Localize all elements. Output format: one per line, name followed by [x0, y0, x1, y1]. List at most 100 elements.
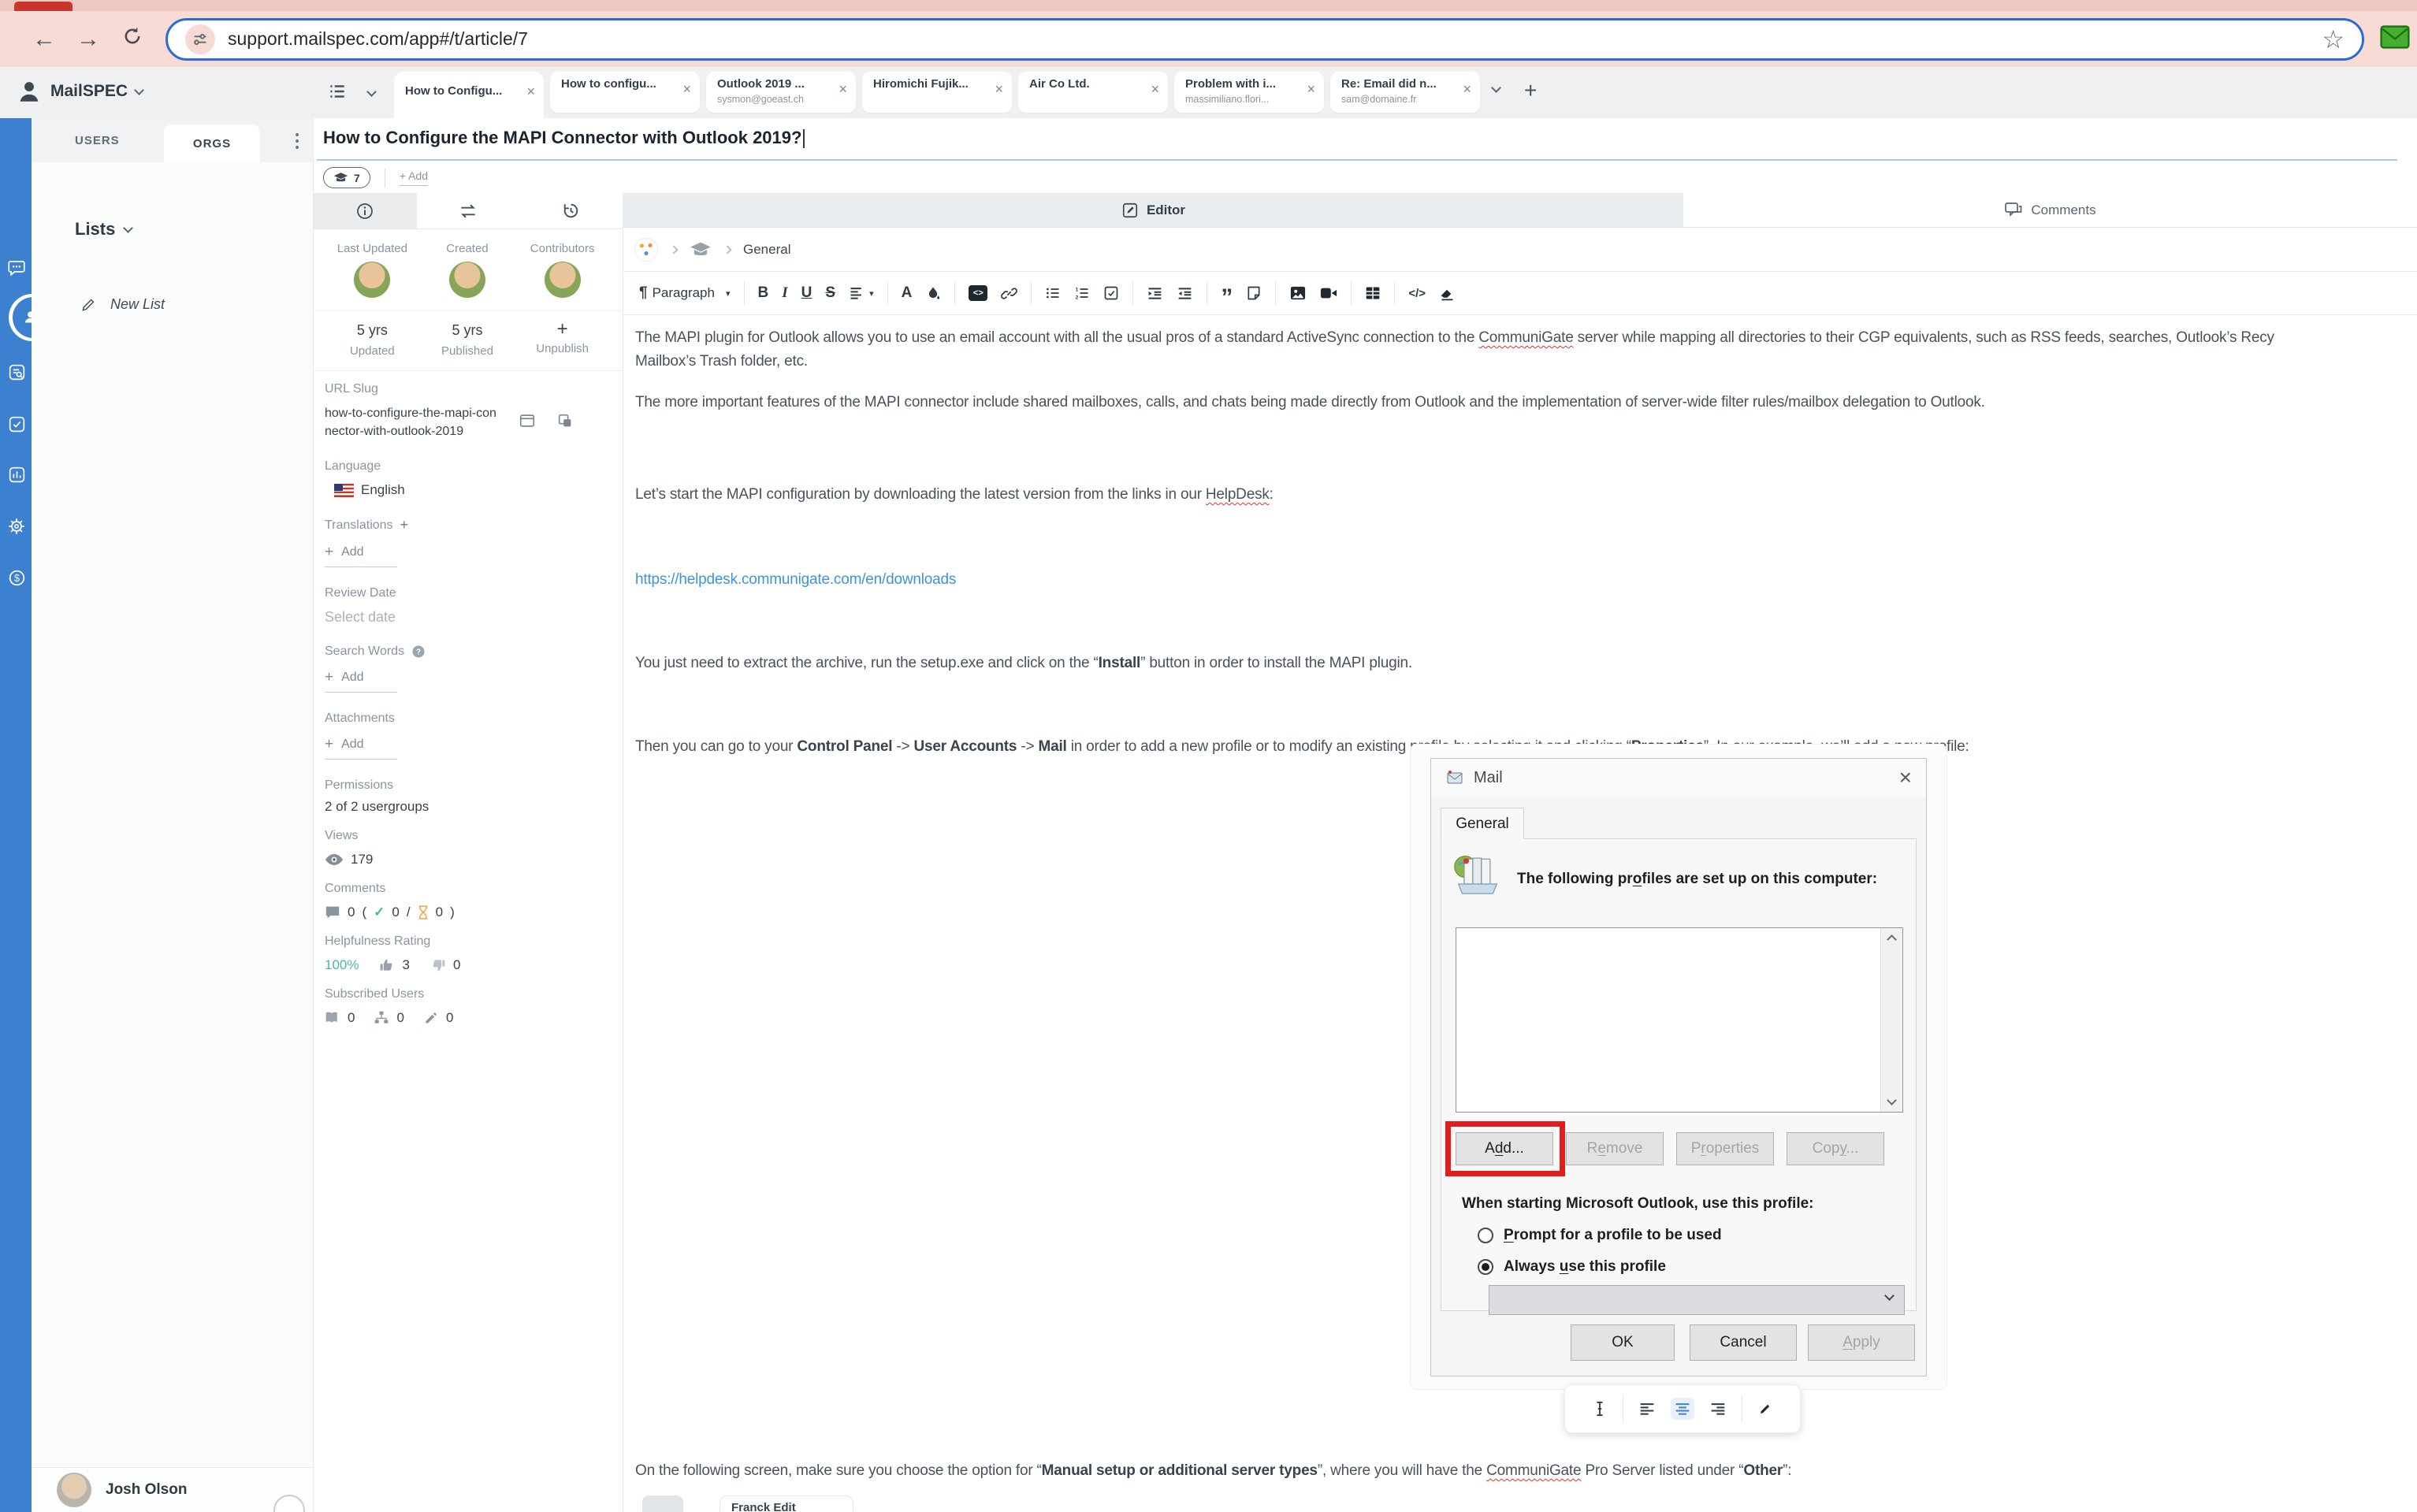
article-body[interactable]: The MAPI plugin for Outlook allows you t… [623, 326, 2417, 759]
bookmark-star-icon[interactable]: ☆ [2322, 24, 2344, 54]
underline-button[interactable]: U [801, 284, 812, 302]
article-title-input[interactable]: How to Configure the MAPI Connector with… [323, 128, 805, 148]
thumbs-up-icon[interactable] [379, 957, 395, 973]
knowledgebase-cap-icon[interactable] [690, 241, 712, 258]
close-icon[interactable]: × [1307, 81, 1315, 98]
lists-chevron-icon[interactable] [123, 223, 133, 233]
add-translation-plus-icon[interactable]: + [400, 517, 409, 533]
doc-tab-ticket-3[interactable]: Re: Email did n... sam@domaine.fr × [1330, 72, 1480, 113]
breadcrumb-current[interactable]: General [743, 242, 790, 258]
code-block-button[interactable]: <> [969, 285, 987, 301]
close-icon[interactable]: × [995, 81, 1003, 98]
open-in-window-icon[interactable] [519, 412, 536, 433]
avatar[interactable] [449, 262, 485, 298]
avatar[interactable] [354, 262, 390, 298]
close-icon[interactable]: × [1151, 81, 1159, 98]
font-color-button[interactable]: A [902, 284, 913, 302]
clipped-card[interactable]: Franck Edit [720, 1495, 853, 1512]
billing-icon[interactable]: $ [6, 567, 27, 588]
link-button[interactable] [1001, 285, 1017, 302]
current-user-row[interactable]: Josh Olson [32, 1467, 313, 1512]
indent-button[interactable] [1147, 285, 1163, 302]
url-slug-value[interactable]: how-to-configure-the-mapi-connector-with… [325, 404, 496, 440]
tasks-icon[interactable] [6, 414, 27, 434]
align-right-button[interactable] [1706, 1398, 1730, 1420]
chat-icon[interactable] [6, 258, 27, 278]
unpublish-button[interactable]: + Unpublish [515, 322, 610, 358]
audit-search-icon[interactable] [6, 362, 27, 382]
url-bar[interactable]: support.mailspec.com/app#/t/article/7 ☆ [165, 18, 2364, 61]
doc-tab-article[interactable]: How to configu... × [550, 72, 700, 113]
add-attachment-button[interactable]: +Add [325, 736, 397, 760]
add-translation-button[interactable]: +Add [325, 544, 397, 567]
site-settings-icon[interactable] [185, 24, 215, 54]
insert-image-button[interactable] [1289, 285, 1307, 301]
note-button[interactable] [1246, 285, 1262, 301]
bold-button[interactable]: B [758, 284, 769, 302]
tab-users[interactable]: USERS [75, 134, 120, 147]
tab-orgs[interactable]: ORGS [164, 124, 260, 162]
new-list-button[interactable]: New List [80, 296, 313, 313]
mail-extension-icon[interactable] [2380, 25, 2410, 53]
tabs-overflow-chevron-icon[interactable] [1491, 83, 1501, 93]
doc-tab-ticket[interactable]: Outlook 2019 ... sysmon@goeast.ch × [706, 72, 856, 113]
paragraph[interactable]: You just need to extract the archive, ru… [635, 652, 2417, 675]
code-inline-button[interactable]: </> [1408, 287, 1426, 300]
insert-table-button[interactable] [1365, 285, 1381, 301]
link-paragraph[interactable]: https://helpdesk.communigate.com/en/down… [635, 568, 2417, 592]
doc-tab-org[interactable]: Air Co Ltd. × [1018, 72, 1168, 113]
paragraph-style-dropdown[interactable]: ¶ Paragraph ▾ [639, 284, 731, 302]
tab-comments[interactable]: Comments [1683, 193, 2417, 227]
close-icon[interactable]: × [1463, 81, 1471, 98]
avatar[interactable] [545, 262, 581, 298]
language-value[interactable]: English [361, 482, 405, 498]
add-search-word-button[interactable]: +Add [325, 669, 397, 693]
thumbs-down-icon[interactable] [430, 957, 446, 973]
user-status-button[interactable] [273, 1495, 305, 1512]
help-question-icon[interactable]: ? [411, 645, 426, 659]
blockquote-button[interactable]: ” [1221, 284, 1233, 302]
strikethrough-button[interactable]: S [825, 284, 835, 302]
embedded-screenshot[interactable]: Mail × General The following profiles ar… [1411, 745, 1947, 1389]
new-tab-button[interactable]: + [1524, 78, 1537, 103]
insert-video-button[interactable] [1320, 286, 1337, 300]
fill-color-button[interactable] [925, 285, 941, 301]
url-text[interactable]: support.mailspec.com/app#/t/article/7 [228, 28, 528, 50]
permissions-value[interactable]: 2 of 2 usergroups [325, 799, 429, 815]
meta-tab-relations[interactable] [417, 193, 520, 228]
workspace-switcher[interactable]: MailSPEC [16, 78, 143, 105]
paragraph[interactable]: Let’s start the MAPI configuration by do… [635, 483, 2417, 507]
doc-tab-ticket-2[interactable]: Problem with i... massimiliano.flori... … [1174, 72, 1324, 113]
paragraph[interactable]: The more important features of the MAPI … [635, 391, 2417, 414]
browser-active-tab[interactable] [14, 2, 73, 11]
analytics-icon[interactable] [6, 464, 27, 485]
tab-editor[interactable]: Editor [623, 193, 1683, 227]
paragraph[interactable]: Mailbox’s Trash folder, etc. [635, 350, 2417, 373]
doc-tab-article-active[interactable]: How to Configu... × [394, 72, 544, 118]
paragraph[interactable]: The MAPI plugin for Outlook allows you t… [635, 326, 2417, 350]
list-view-button[interactable] [327, 81, 348, 106]
panel-menu-kebab-icon[interactable] [296, 133, 299, 149]
align-dropdown[interactable]: ▾ [849, 285, 874, 301]
meta-tab-info[interactable] [314, 193, 417, 228]
clipped-button[interactable] [642, 1495, 683, 1512]
numbered-list-button[interactable]: 12 [1074, 285, 1090, 301]
close-icon[interactable]: × [682, 81, 691, 98]
settings-gear-icon[interactable] [6, 516, 27, 537]
eraser-button[interactable] [1439, 285, 1456, 302]
inline-cursor-button[interactable] [1589, 1397, 1611, 1421]
meta-tab-history[interactable] [519, 193, 623, 228]
reload-button[interactable] [110, 25, 154, 54]
topic-count-badge[interactable]: 7 [323, 167, 370, 188]
outdent-button[interactable] [1177, 285, 1193, 302]
align-left-button[interactable] [1635, 1398, 1659, 1420]
forward-button[interactable]: → [66, 26, 110, 53]
add-topic-button[interactable]: + Add [400, 169, 428, 186]
bullet-list-button[interactable] [1045, 285, 1061, 301]
back-button[interactable]: ← [22, 26, 66, 53]
copy-icon[interactable] [556, 412, 574, 433]
paragraph[interactable]: On the following screen, make sure you c… [635, 1459, 1791, 1483]
close-icon[interactable]: × [839, 81, 847, 98]
italic-button[interactable]: I [782, 284, 787, 302]
edit-image-button[interactable] [1754, 1398, 1776, 1420]
